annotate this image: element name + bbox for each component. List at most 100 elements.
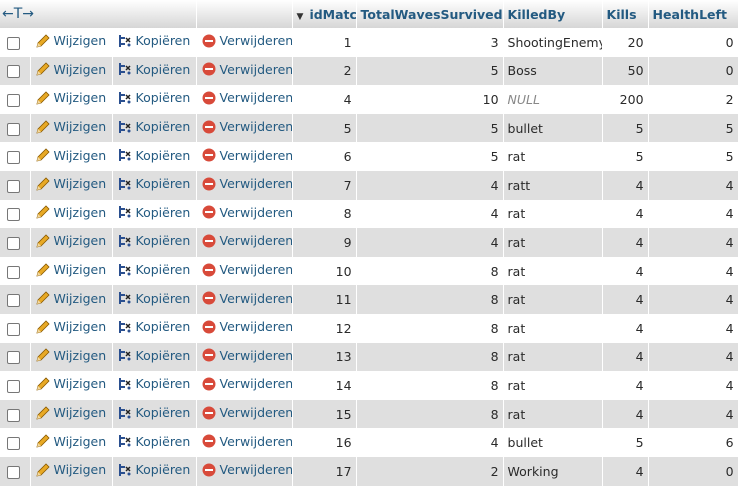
edit-action[interactable]: Wijzigen [30,28,113,57]
delete-label[interactable]: Verwijderen [220,176,292,191]
edit-label[interactable]: Wijzigen [54,348,107,363]
edit-label[interactable]: Wijzigen [54,148,107,163]
edit-action[interactable]: Wijzigen [30,56,113,86]
delete-action[interactable]: Verwijderen [196,371,293,400]
copy-label[interactable]: Kopiëren [136,176,191,191]
copy-action[interactable]: Kopiëren [112,456,197,486]
delete-label[interactable]: Verwijderen [220,319,292,334]
delete-label[interactable]: Verwijderen [220,434,292,449]
copy-action[interactable]: Kopiëren [112,313,197,343]
header-idmatch-label[interactable]: idMatch [309,7,355,22]
row-checkbox[interactable] [7,265,20,279]
delete-action[interactable]: Verwijderen [196,28,293,57]
row-checkbox[interactable] [7,351,20,365]
copy-label[interactable]: Kopiëren [136,62,191,77]
copy-label[interactable]: Kopiëren [136,319,191,334]
edit-action[interactable]: Wijzigen [30,342,113,372]
delete-label[interactable]: Verwijderen [220,462,292,477]
delete-label[interactable]: Verwijderen [220,291,292,306]
edit-label[interactable]: Wijzigen [54,205,107,220]
delete-action[interactable]: Verwijderen [196,428,293,457]
delete-action[interactable]: Verwijderen [196,399,293,429]
delete-action[interactable]: Verwijderen [196,142,293,171]
row-checkbox[interactable] [7,151,20,165]
copy-label[interactable]: Kopiëren [136,405,191,420]
copy-label[interactable]: Kopiëren [136,205,191,220]
copy-action[interactable]: Kopiëren [112,85,197,114]
edit-label[interactable]: Wijzigen [54,434,107,449]
copy-action[interactable]: Kopiëren [112,371,197,400]
copy-label[interactable]: Kopiëren [136,434,191,449]
copy-action[interactable]: Kopiëren [112,428,197,457]
delete-label[interactable]: Verwijderen [220,405,292,420]
copy-label[interactable]: Kopiëren [136,33,191,48]
header-kills[interactable]: Kills [602,0,649,28]
copy-action[interactable]: Kopiëren [112,142,197,171]
delete-label[interactable]: Verwijderen [220,33,292,48]
delete-label[interactable]: Verwijderen [220,119,292,134]
edit-action[interactable]: Wijzigen [30,256,113,286]
edit-label[interactable]: Wijzigen [54,376,107,391]
edit-label[interactable]: Wijzigen [54,262,107,277]
delete-label[interactable]: Verwijderen [220,233,292,248]
copy-action[interactable]: Kopiëren [112,199,197,229]
delete-label[interactable]: Verwijderen [220,376,292,391]
copy-label[interactable]: Kopiëren [136,148,191,163]
copy-label[interactable]: Kopiëren [136,376,191,391]
edit-label[interactable]: Wijzigen [54,62,107,77]
header-idmatch[interactable]: ▼ idMatch [292,0,357,28]
delete-action[interactable]: Verwijderen [196,285,293,314]
delete-label[interactable]: Verwijderen [220,348,292,363]
edit-action[interactable]: Wijzigen [30,428,113,457]
row-checkbox[interactable] [7,208,20,222]
delete-action[interactable]: Verwijderen [196,170,293,200]
row-checkbox[interactable] [7,236,20,250]
delete-label[interactable]: Verwijderen [220,205,292,220]
row-checkbox[interactable] [7,122,20,136]
edit-action[interactable]: Wijzigen [30,371,113,400]
delete-action[interactable]: Verwijderen [196,85,293,114]
delete-action[interactable]: Verwijderen [196,342,293,372]
copy-action[interactable]: Kopiëren [112,342,197,372]
delete-action[interactable]: Verwijderen [196,456,293,486]
row-checkbox[interactable] [7,179,20,193]
copy-action[interactable]: Kopiëren [112,399,197,429]
delete-action[interactable]: Verwijderen [196,313,293,343]
row-checkbox[interactable] [7,465,20,479]
edit-label[interactable]: Wijzigen [54,176,107,191]
edit-action[interactable]: Wijzigen [30,456,113,486]
copy-action[interactable]: Kopiëren [112,113,197,143]
header-totalwavessurvived[interactable]: TotalWavesSurvived [356,0,504,28]
copy-label[interactable]: Kopiëren [136,90,191,105]
row-checkbox[interactable] [7,294,20,308]
edit-label[interactable]: Wijzigen [54,33,107,48]
sort-desc-icon[interactable]: ▼ [297,12,304,22]
copy-label[interactable]: Kopiëren [136,262,191,277]
copy-label[interactable]: Kopiëren [136,348,191,363]
row-checkbox[interactable] [7,93,20,107]
edit-label[interactable]: Wijzigen [54,291,107,306]
row-checkbox[interactable] [7,437,20,451]
copy-label[interactable]: Kopiëren [136,119,191,134]
copy-action[interactable]: Kopiëren [112,256,197,286]
edit-label[interactable]: Wijzigen [54,462,107,477]
edit-action[interactable]: Wijzigen [30,199,113,229]
header-healthleft[interactable]: HealthLeft [648,0,739,28]
delete-label[interactable]: Verwijderen [220,62,292,77]
copy-label[interactable]: Kopiëren [136,233,191,248]
delete-action[interactable]: Verwijderen [196,199,293,229]
edit-label[interactable]: Wijzigen [54,319,107,334]
edit-action[interactable]: Wijzigen [30,285,113,314]
header-killedby[interactable]: KilledBy [503,0,603,28]
edit-label[interactable]: Wijzigen [54,233,107,248]
copy-action[interactable]: Kopiëren [112,170,197,200]
delete-action[interactable]: Verwijderen [196,113,293,143]
edit-action[interactable]: Wijzigen [30,113,113,143]
delete-action[interactable]: Verwijderen [196,56,293,86]
row-checkbox[interactable] [7,65,20,79]
row-checkbox[interactable] [7,379,20,393]
edit-action[interactable]: Wijzigen [30,228,113,257]
copy-action[interactable]: Kopiëren [112,228,197,257]
edit-label[interactable]: Wijzigen [54,119,107,134]
edit-action[interactable]: Wijzigen [30,399,113,429]
